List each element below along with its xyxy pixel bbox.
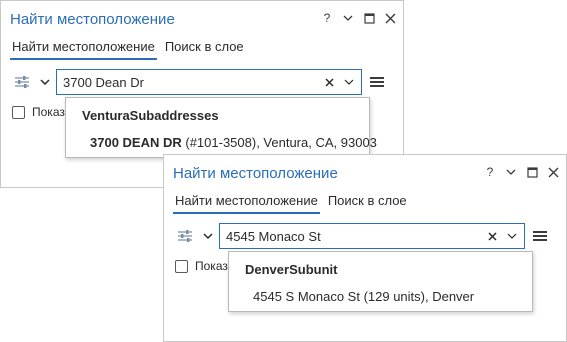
tab-find-location[interactable]: Найти местоположение — [10, 39, 157, 60]
suggestion-rest: (#101-3508), Ventura, CA, 93003 — [181, 135, 377, 150]
suggestion-match: 3700 DEAN DR — [90, 135, 182, 150]
chevron-down-icon[interactable] — [201, 223, 215, 249]
tab-search-layer[interactable]: Поиск в слое — [163, 39, 246, 60]
suggestions-dropdown: VenturaSubaddresses 3700 DEAN DR (#101-3… — [65, 97, 377, 158]
tab-find-location[interactable]: Найти местоположение — [173, 193, 320, 214]
clear-icon[interactable] — [485, 229, 499, 243]
title-controls: ? — [483, 164, 560, 180]
search-input-value[interactable]: 3700 Dean Dr — [63, 75, 322, 90]
search-row: 3700 Dean Dr — [10, 69, 397, 95]
pane-title: Найти местоположение — [173, 165, 338, 182]
checkbox-label: Показ — [195, 259, 228, 273]
hamburger-menu-icon[interactable] — [368, 69, 386, 95]
suggestion-item[interactable]: 3700 DEAN DR (#101-3508), Ventura, CA, 9… — [90, 135, 377, 150]
pane-title: Найти местоположение — [10, 11, 175, 28]
search-row: 4545 Monaco St — [173, 223, 560, 249]
close-icon[interactable] — [383, 10, 397, 26]
suggestion-group-header: DenverSubunit — [245, 262, 338, 277]
help-button[interactable]: ? — [320, 10, 334, 26]
chevron-down-icon[interactable] — [505, 229, 519, 243]
hamburger-menu-icon[interactable] — [531, 223, 549, 249]
clear-icon[interactable] — [322, 75, 336, 89]
suggestion-group-header: VenturaSubaddresses — [82, 108, 219, 123]
checkbox-label: Показ — [32, 105, 65, 119]
suggestions-dropdown: DenverSubunit 4545 S Monaco St (129 unit… — [228, 251, 533, 312]
close-icon[interactable] — [546, 164, 560, 180]
locate-pane-front: Найти местоположение ? Найти местоположе… — [163, 154, 567, 342]
maximize-icon[interactable] — [362, 10, 376, 26]
title-controls: ? — [320, 10, 397, 26]
help-button[interactable]: ? — [483, 164, 497, 180]
maximize-icon[interactable] — [525, 164, 539, 180]
sliders-icon[interactable] — [10, 69, 34, 95]
chevron-down-icon[interactable] — [341, 10, 355, 26]
search-input-value[interactable]: 4545 Monaco St — [226, 229, 485, 244]
tab-bar: Найти местоположение Поиск в слое — [10, 39, 252, 60]
show-checkbox[interactable] — [175, 259, 188, 273]
chevron-down-icon[interactable] — [342, 75, 356, 89]
chevron-down-icon[interactable] — [504, 164, 518, 180]
show-checkbox-row: Показ — [12, 105, 65, 119]
show-checkbox[interactable] — [12, 105, 25, 119]
chevron-down-icon[interactable] — [38, 69, 52, 95]
tab-bar: Найти местоположение Поиск в слое — [173, 193, 415, 214]
sliders-icon[interactable] — [173, 223, 197, 249]
search-input[interactable]: 4545 Monaco St — [219, 223, 525, 249]
tab-search-layer[interactable]: Поиск в слое — [326, 193, 409, 214]
suggestion-item[interactable]: 4545 S Monaco St (129 units), Denver — [253, 289, 474, 304]
show-checkbox-row: Показ — [175, 259, 228, 273]
search-input[interactable]: 3700 Dean Dr — [56, 69, 362, 95]
